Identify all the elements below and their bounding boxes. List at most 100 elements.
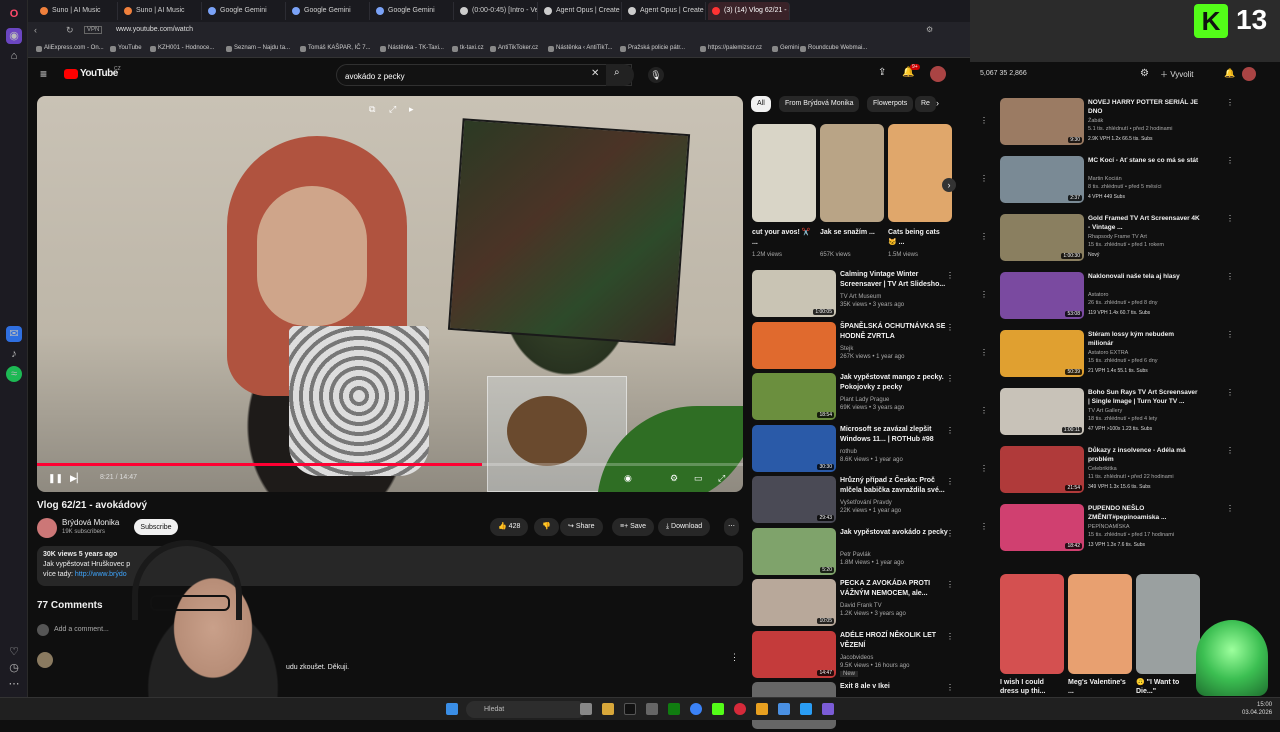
bookmark-item[interactable]: Tomáš KAŠPAR, IČ 7... xyxy=(300,45,371,52)
heart-icon[interactable]: ♡ xyxy=(6,644,22,660)
side-video-item[interactable]: 21:54 Důkazy z insolvence - Adéla má prob… xyxy=(1000,446,1234,494)
bookmark-item[interactable]: AliExpress.com - On... xyxy=(36,45,104,52)
filter-chip[interactable]: Flowerpots xyxy=(867,96,914,112)
taskbar-clock[interactable]: 15:00 03.04.2026 xyxy=(1242,701,1272,717)
side-video-channel[interactable]: Celebrikitka xyxy=(1088,466,1117,472)
browser-tab[interactable]: Google Gemini xyxy=(372,2,454,20)
add-comment-input[interactable]: Add a comment... xyxy=(54,626,109,633)
related-channel[interactable]: Plant Lady Prague xyxy=(840,397,889,403)
tiktok-taskbar-icon[interactable] xyxy=(624,703,636,715)
side-more-icon[interactable]: ⋮ xyxy=(1226,446,1234,455)
related-video[interactable]: ŠPANĚLSKÁ OCHUTNÁVKA SE HODNĚ ZVRTLA Stej… xyxy=(752,321,972,372)
settings-taskbar-icon[interactable] xyxy=(646,703,658,715)
browser-tab[interactable]: Agent Opus | Create vide xyxy=(624,2,706,20)
app-icon-3[interactable] xyxy=(822,703,834,715)
filter-chip[interactable]: All xyxy=(751,96,771,112)
short-title[interactable]: Jak se snažím ... xyxy=(820,228,882,238)
related-thumbnail[interactable]: 1:00:05 xyxy=(752,270,836,317)
related-more-icon[interactable]: ⋮ xyxy=(946,477,954,486)
kick-taskbar-icon[interactable] xyxy=(712,703,724,715)
related-title[interactable]: Calming Vintage Winter Screensaver | TV … xyxy=(840,270,952,290)
chrome-icon[interactable] xyxy=(690,703,702,715)
filter-chip[interactable]: Re xyxy=(915,96,936,112)
side-video-title[interactable]: Stéram lossy kým nebudem milionár xyxy=(1088,330,1200,348)
clear-icon[interactable]: ✕ xyxy=(591,68,599,79)
related-video[interactable]: 18:54 Jak vypěstovat mango z pecky. Pokoj… xyxy=(752,373,972,423)
side-more-icon[interactable]: ⋮ xyxy=(1226,214,1234,223)
autoplay-toggle[interactable]: ◉ xyxy=(624,473,632,484)
related-title[interactable]: Hrůzný případ z Česka: Proč mlčela babič… xyxy=(840,476,952,496)
related-title[interactable]: Jak vypěstovat mango z pecky. Pokojovky … xyxy=(840,373,952,393)
share-button[interactable]: ↪ Share xyxy=(560,518,603,536)
side-video-channel[interactable]: Astatoro EXTRA xyxy=(1088,350,1128,356)
related-thumbnail[interactable] xyxy=(752,321,836,369)
side-video-title[interactable]: MC Kocí - Ať stane se co má se stát xyxy=(1088,156,1200,165)
video-overlay-icon[interactable]: ▸ xyxy=(409,104,414,115)
bookmark-item[interactable]: Seznam – Najdu ta... xyxy=(226,45,290,52)
related-thumbnail[interactable]: 29:43 xyxy=(752,476,836,523)
short-thumbnail[interactable] xyxy=(888,124,952,222)
side-video-title[interactable]: Naklonovali naše tela aj hlasy xyxy=(1088,272,1200,281)
related-title[interactable]: Exit 8 ale v Ikei xyxy=(840,682,952,692)
bell-icon[interactable]: 🔔 xyxy=(1224,68,1235,79)
side-video-item[interactable]: 53:08 Naklonovali naše tela aj hlasy Astat… xyxy=(1000,272,1234,320)
related-video[interactable]: 10:05 PECKA Z AVOKÁDA PROTI VÁŽNÝM NEMOCE… xyxy=(752,579,972,629)
pause-icon[interactable]: ❚❚ xyxy=(48,473,63,484)
side-video-thumbnail[interactable]: 2:37 xyxy=(1000,156,1084,203)
side-drag-icon[interactable]: ⋮ xyxy=(980,232,988,241)
related-title[interactable]: ADÉLE HROZÍ NĚKOLIK LET VĚZENÍ xyxy=(840,631,952,651)
side-drag-icon[interactable]: ⋮ xyxy=(980,522,988,531)
short-thumbnail[interactable] xyxy=(820,124,884,222)
side-video-channel[interactable]: Rhapsody Frame TV Art xyxy=(1088,234,1147,240)
telegram-icon[interactable] xyxy=(800,703,812,715)
side-video-channel[interactable]: Astatoro xyxy=(1088,292,1108,298)
side-video-thumbnail[interactable]: 1:00:30 xyxy=(1000,214,1084,261)
pip-icon[interactable]: ⤢ xyxy=(389,104,396,115)
search-input[interactable] xyxy=(345,69,585,83)
side-video-title[interactable]: PUPENDO NEŠLO ZMĚNIT#pepinoamiska ... xyxy=(1088,504,1200,522)
related-title[interactable]: PECKA Z AVOKÁDA PROTI VÁŽNÝM NEMOCEM, al… xyxy=(840,579,952,599)
related-channel[interactable]: Petr Pavlák xyxy=(840,552,871,558)
side-video-title[interactable]: Gold Framed TV Art Screensaver 4K - Vint… xyxy=(1088,214,1200,232)
fullscreen-icon[interactable]: ⤢ xyxy=(718,473,725,484)
browser-tab[interactable]: Suno | AI Music xyxy=(120,2,202,20)
related-video[interactable]: 5:20 Jak vypěstovat avokádo z pecky Petr P… xyxy=(752,527,972,578)
bookmark-item[interactable]: Gemini xyxy=(772,45,799,52)
youtube-logo-icon[interactable] xyxy=(64,69,78,79)
youtube-logo-text[interactable]: YouTube xyxy=(80,68,118,79)
filter-chip[interactable]: From Brýdová Monika xyxy=(779,96,860,112)
related-channel[interactable]: Vyšetřování Pravdy xyxy=(840,500,892,506)
file-explorer-icon[interactable] xyxy=(602,703,614,715)
browser-tab[interactable]: Google Gemini xyxy=(204,2,286,20)
comment-more-icon[interactable]: ⋮ xyxy=(730,652,739,663)
account-avatar[interactable] xyxy=(930,66,946,82)
settings-gear-icon[interactable]: ⚙ xyxy=(1140,68,1149,79)
home-icon[interactable]: ⌂ xyxy=(6,48,22,64)
side-more-icon[interactable]: ⋮ xyxy=(1226,388,1234,397)
chips-next-icon[interactable]: › xyxy=(936,98,939,108)
browser-tab[interactable]: Agent Opus | Create vide xyxy=(540,2,622,20)
app-icon[interactable] xyxy=(756,703,768,715)
account-avatar-2[interactable] xyxy=(1242,67,1256,81)
description-link[interactable]: http://www.brýdo xyxy=(75,571,127,578)
related-channel[interactable]: rothub xyxy=(840,449,857,455)
bookmark-item[interactable]: Roundcube Webmai... xyxy=(800,45,867,52)
side-short-thumbnail[interactable] xyxy=(1000,574,1064,674)
bookmark-item[interactable]: Nástěnka - TK-Taxi... xyxy=(380,45,444,52)
side-video-thumbnail[interactable]: 53:08 xyxy=(1000,272,1084,319)
side-short-title[interactable]: 🙃 "I Want to Die..." xyxy=(1136,678,1196,696)
related-more-icon[interactable]: ⋮ xyxy=(946,683,954,692)
related-video[interactable]: 1:00:05 Calming Vintage Winter Screensave… xyxy=(752,270,972,320)
create-icon[interactable]: ⇪ xyxy=(878,67,886,78)
reload-icon[interactable]: ↻ xyxy=(66,25,74,36)
opera-logo-icon[interactable]: O xyxy=(6,6,22,22)
related-thumbnail[interactable]: 30:30 xyxy=(752,424,836,472)
messenger-icon[interactable]: ✉ xyxy=(6,326,22,342)
side-video-item[interactable]: 1:00:30 Gold Framed TV Art Screensaver 4K… xyxy=(1000,214,1234,262)
side-drag-icon[interactable]: ⋮ xyxy=(980,348,988,357)
bookmark-item[interactable]: Nástěnka ‹ AntiTikT... xyxy=(548,45,612,52)
search-button[interactable]: ⌕ xyxy=(606,64,634,86)
bookmark-item[interactable]: tk-taxi.cz xyxy=(452,45,484,52)
url-field[interactable]: www.youtube.com/watch xyxy=(116,26,193,33)
related-video[interactable]: 14:47 ADÉLE HROZÍ NĚKOLIK LET VĚZENÍ Jacob… xyxy=(752,630,972,681)
